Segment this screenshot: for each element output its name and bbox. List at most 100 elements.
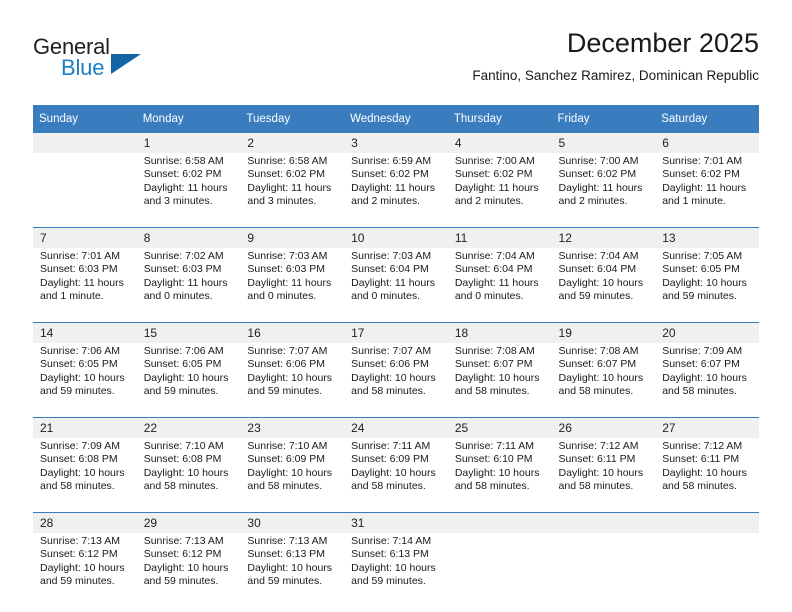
daylight-text-line1: Daylight: 10 hours <box>143 371 229 384</box>
day-number <box>447 512 552 533</box>
day-cell[interactable]: Sunrise: 7:13 AM Sunset: 6:12 PM Dayligh… <box>136 533 241 607</box>
day-cell[interactable]: Sunrise: 7:03 AM Sunset: 6:03 PM Dayligh… <box>240 248 345 323</box>
sunrise-text: Sunrise: 6:59 AM <box>351 155 432 167</box>
day-number: 26 <box>551 417 656 438</box>
day-number: 17 <box>344 322 448 343</box>
sunset-text: Sunset: 6:08 PM <box>40 453 118 466</box>
daylight-text-line1: Daylight: 11 hours <box>454 181 539 194</box>
daylight-text-line2: and 58 minutes. <box>662 480 737 493</box>
day-cell[interactable]: Sunrise: 7:08 AM Sunset: 6:07 PM Dayligh… <box>447 343 552 418</box>
day-cell[interactable]: Sunrise: 7:11 AM Sunset: 6:10 PM Dayligh… <box>447 438 552 513</box>
day-cell[interactable]: Sunrise: 7:04 AM Sunset: 6:04 PM Dayligh… <box>447 248 552 323</box>
daylight-text-line1: Daylight: 10 hours <box>40 561 125 574</box>
day-number: 7 <box>33 227 137 248</box>
day-cell[interactable]: Sunrise: 7:13 AM Sunset: 6:13 PM Dayligh… <box>240 533 345 607</box>
title-block: December 2025 Fantino, Sanchez Ramirez, … <box>472 26 759 86</box>
daylight-text-line1: Daylight: 10 hours <box>558 276 644 289</box>
day-cell[interactable]: Sunrise: 6:59 AM Sunset: 6:02 PM Dayligh… <box>344 153 448 228</box>
day-cell[interactable]: Sunrise: 7:10 AM Sunset: 6:09 PM Dayligh… <box>240 438 345 513</box>
day-number: 27 <box>655 417 759 438</box>
daylight-text-line1: Daylight: 10 hours <box>454 371 540 384</box>
sunrise-text: Sunrise: 6:58 AM <box>247 155 328 167</box>
sunset-text: Sunset: 6:02 PM <box>247 168 326 181</box>
day-cell[interactable]: Sunrise: 7:14 AM Sunset: 6:13 PM Dayligh… <box>344 533 448 607</box>
day-cell[interactable]: Sunrise: 7:00 AM Sunset: 6:02 PM Dayligh… <box>447 153 552 228</box>
sunrise-text: Sunrise: 7:10 AM <box>143 440 224 452</box>
day-cell[interactable]: Sunrise: 7:07 AM Sunset: 6:06 PM Dayligh… <box>344 343 448 418</box>
sunrise-text: Sunrise: 7:11 AM <box>351 440 431 452</box>
page-title: December 2025 <box>566 28 759 58</box>
sunrise-text: Sunrise: 7:02 AM <box>143 250 224 262</box>
day-cell[interactable]: Sunrise: 7:13 AM Sunset: 6:12 PM Dayligh… <box>33 533 137 607</box>
page-header: General Blue December 2025 Fantino, Sanc… <box>33 26 759 98</box>
day-number: 14 <box>33 322 137 343</box>
sunset-text: Sunset: 6:04 PM <box>454 263 533 276</box>
day-cell[interactable]: Sunrise: 7:00 AM Sunset: 6:02 PM Dayligh… <box>551 153 656 228</box>
day-cell[interactable] <box>655 533 759 607</box>
day-cell[interactable] <box>33 153 137 228</box>
day-cell[interactable]: Sunrise: 7:05 AM Sunset: 6:05 PM Dayligh… <box>655 248 759 323</box>
daylight-text-line2: and 59 minutes. <box>662 290 737 303</box>
sunset-text: Sunset: 6:07 PM <box>662 358 740 371</box>
daylight-text-line1: Daylight: 10 hours <box>40 371 125 384</box>
day-cell[interactable]: Sunrise: 7:09 AM Sunset: 6:08 PM Dayligh… <box>33 438 137 513</box>
daylight-text-line1: Daylight: 10 hours <box>662 466 747 479</box>
day-cell[interactable]: Sunrise: 6:58 AM Sunset: 6:02 PM Dayligh… <box>136 153 241 228</box>
day-cell[interactable]: Sunrise: 7:10 AM Sunset: 6:08 PM Dayligh… <box>136 438 241 513</box>
week-3-daynumbers: 14 15 16 17 18 19 20 <box>33 322 759 343</box>
sunrise-text: Sunrise: 7:01 AM <box>662 155 743 167</box>
daylight-text-line2: and 1 minute. <box>40 290 104 303</box>
day-cell[interactable]: Sunrise: 6:58 AM Sunset: 6:02 PM Dayligh… <box>240 153 345 228</box>
sunset-text: Sunset: 6:02 PM <box>558 168 637 181</box>
day-cell[interactable]: Sunrise: 7:11 AM Sunset: 6:09 PM Dayligh… <box>344 438 448 513</box>
day-number: 13 <box>655 227 759 248</box>
day-cell[interactable] <box>447 533 552 607</box>
sunrise-text: Sunrise: 7:07 AM <box>247 345 328 357</box>
calendar-page: General Blue December 2025 Fantino, Sanc… <box>0 0 792 612</box>
daylight-text-line1: Daylight: 10 hours <box>351 561 436 574</box>
day-cell[interactable]: Sunrise: 7:07 AM Sunset: 6:06 PM Dayligh… <box>240 343 345 418</box>
general-blue-logo[interactable]: General Blue <box>33 34 213 90</box>
calendar-head: Sunday Monday Tuesday Wednesday Thursday… <box>33 105 759 133</box>
daylight-text-line1: Daylight: 11 hours <box>454 276 539 289</box>
daylight-text-line2: and 58 minutes. <box>454 385 530 398</box>
daylight-text-line2: and 58 minutes. <box>351 385 426 398</box>
daylight-text-line2: and 58 minutes. <box>351 480 426 493</box>
week-2-daynumbers: 7 8 9 10 11 12 13 <box>33 227 759 248</box>
sunrise-text: Sunrise: 7:06 AM <box>40 345 120 357</box>
daylight-text-line1: Daylight: 11 hours <box>558 181 643 194</box>
weekday-header-tuesday: Tuesday <box>240 105 345 133</box>
day-number: 29 <box>136 512 241 533</box>
sunrise-text: Sunrise: 7:00 AM <box>558 155 639 167</box>
day-number: 30 <box>240 512 345 533</box>
day-cell[interactable]: Sunrise: 7:09 AM Sunset: 6:07 PM Dayligh… <box>655 343 759 418</box>
daylight-text-line1: Daylight: 10 hours <box>351 371 436 384</box>
day-number: 8 <box>136 227 241 248</box>
day-cell[interactable]: Sunrise: 7:12 AM Sunset: 6:11 PM Dayligh… <box>551 438 656 513</box>
day-cell[interactable]: Sunrise: 7:01 AM Sunset: 6:02 PM Dayligh… <box>655 153 759 228</box>
sunset-text: Sunset: 6:12 PM <box>40 548 118 561</box>
sunrise-text: Sunrise: 7:04 AM <box>454 250 535 262</box>
day-cell[interactable]: Sunrise: 7:06 AM Sunset: 6:05 PM Dayligh… <box>136 343 241 418</box>
sunrise-text: Sunrise: 7:04 AM <box>558 250 639 262</box>
day-cell[interactable]: Sunrise: 7:12 AM Sunset: 6:11 PM Dayligh… <box>655 438 759 513</box>
day-cell[interactable]: Sunrise: 7:04 AM Sunset: 6:04 PM Dayligh… <box>551 248 656 323</box>
day-cell[interactable]: Sunrise: 7:02 AM Sunset: 6:03 PM Dayligh… <box>136 248 241 323</box>
daylight-text-line1: Daylight: 10 hours <box>247 561 333 574</box>
day-cell[interactable]: Sunrise: 7:01 AM Sunset: 6:03 PM Dayligh… <box>33 248 137 323</box>
week-1-details: Sunrise: 6:58 AM Sunset: 6:02 PM Dayligh… <box>33 153 759 228</box>
day-cell[interactable]: Sunrise: 7:03 AM Sunset: 6:04 PM Dayligh… <box>344 248 448 323</box>
sunrise-text: Sunrise: 7:08 AM <box>558 345 639 357</box>
weekday-header-thursday: Thursday <box>447 105 552 133</box>
day-number: 28 <box>33 512 137 533</box>
day-number: 6 <box>655 133 759 153</box>
day-number: 18 <box>447 322 552 343</box>
weekday-header-wednesday: Wednesday <box>344 105 448 133</box>
daylight-text-line2: and 1 minute. <box>662 195 726 208</box>
triangle-icon <box>111 54 141 74</box>
day-number: 19 <box>551 322 656 343</box>
day-cell[interactable]: Sunrise: 7:08 AM Sunset: 6:07 PM Dayligh… <box>551 343 656 418</box>
day-cell[interactable]: Sunrise: 7:06 AM Sunset: 6:05 PM Dayligh… <box>33 343 137 418</box>
day-cell[interactable] <box>551 533 656 607</box>
week-4-daynumbers: 21 22 23 24 25 26 27 <box>33 417 759 438</box>
